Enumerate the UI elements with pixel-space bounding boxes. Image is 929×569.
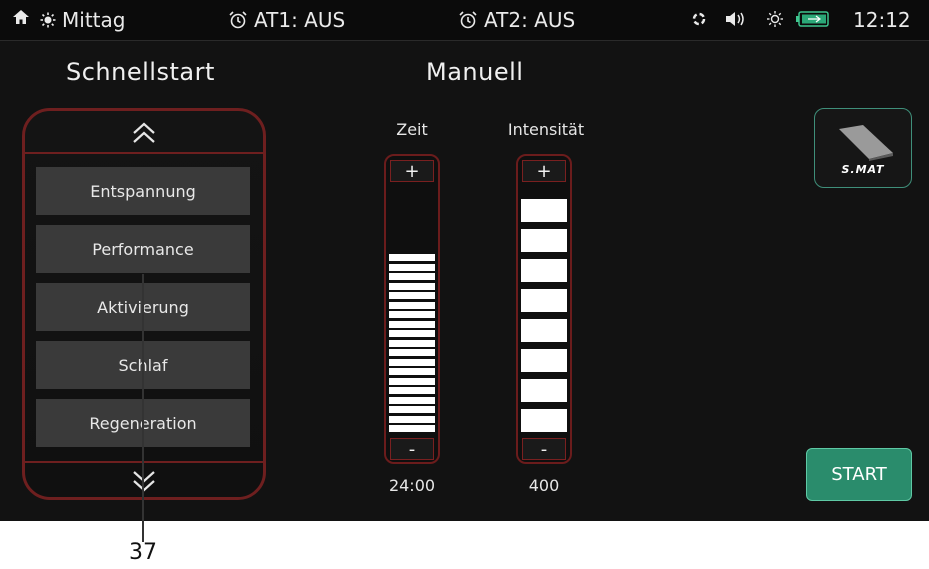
intensity-decrease-button[interactable]: - [522,438,566,460]
callout-line [142,274,144,542]
device-select-button[interactable]: S.MAT [814,108,912,188]
intensity-label: Intensität [507,120,585,139]
time-level-segment [389,263,435,271]
list-divider-bottom [25,461,263,463]
time-label: Zeit [396,120,428,139]
scroll-up-icon[interactable] [129,121,159,145]
quickstart-list: Entspannung Performance Aktivierung Schl… [22,108,266,500]
time-level-segment [389,349,435,356]
time-level-segment [389,330,435,337]
quickstart-title: Schnellstart [66,58,215,86]
time-level-segment [389,377,435,385]
home-icon [13,10,29,24]
home-button[interactable] [12,8,30,26]
alarm2-indicator[interactable]: AT2: AUS [458,8,575,32]
mat-icon [839,125,893,161]
intensity-slider[interactable]: + - [516,154,572,464]
time-level-segment [389,311,435,318]
intensity-level-segment [521,409,567,432]
list-divider-top [25,152,263,154]
clock: 12:12 [853,8,911,32]
time-slider[interactable]: + - [384,154,440,464]
status-bar: Mittag AT1: AUS AT2: AUS 12:12 [0,0,929,41]
connection-indicator [690,10,708,28]
intensity-level-segment [521,199,567,222]
time-level-segment [389,273,435,280]
time-level-segment [389,387,435,394]
daytime-label: Mittag [62,8,126,32]
intensity-level-segment [521,319,567,342]
start-button[interactable]: START [806,448,912,501]
alarm-clock-icon [459,11,477,29]
clock-time: 12:12 [853,8,911,32]
daytime-indicator: Mittag [40,8,125,32]
alarm1-indicator[interactable]: AT1: AUS [228,8,345,32]
sun-icon [40,12,56,28]
quickstart-item-entspannung[interactable]: Entspannung [36,167,250,215]
alarm2-label: AT2: AUS [484,8,576,32]
intensity-level-segment [521,259,567,282]
time-level-segment [389,415,435,423]
time-value: 24:00 [388,476,436,495]
quickstart-item-performance[interactable]: Performance [36,225,250,273]
intensity-increase-button[interactable]: + [522,160,566,182]
time-level-segment [389,320,435,328]
callout-number: 37 [129,540,157,565]
time-level-segment [389,396,435,404]
brightness-indicator[interactable] [766,10,784,28]
intensity-level-segment [521,289,567,312]
time-level-segment [389,358,435,366]
alarm-clock-icon [229,11,247,29]
battery-indicator [796,11,830,27]
intensity-level-segment [521,229,567,252]
screen: Mittag AT1: AUS AT2: AUS 12:12 Schnellst… [0,0,929,521]
alarm1-label: AT1: AUS [254,8,346,32]
intensity-level-segment [521,379,567,402]
intensity-level-segment [521,349,567,372]
time-decrease-button[interactable]: - [390,438,434,460]
volume-indicator[interactable] [724,10,746,28]
manual-title: Manuell [426,58,524,86]
device-label: S.MAT [841,163,885,176]
intensity-value: 400 [528,476,560,495]
time-increase-button[interactable]: + [390,160,434,182]
time-level-segment [389,301,435,309]
time-level-segment [389,254,435,261]
brightness-icon [767,11,783,27]
time-level-segment [389,339,435,347]
time-level-segment [389,425,435,432]
scroll-down-icon[interactable] [129,469,159,493]
time-level-segment [389,292,435,299]
link-icon [692,12,706,26]
time-level-segment [389,406,435,413]
volume-icon [726,12,744,26]
battery-icon [796,11,829,27]
time-level-segment [389,368,435,375]
time-level-segment [389,282,435,290]
